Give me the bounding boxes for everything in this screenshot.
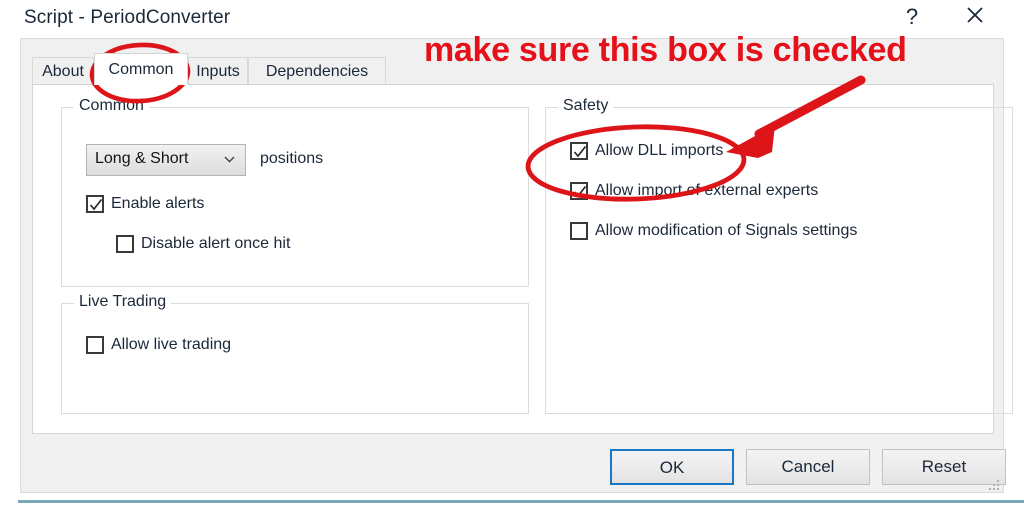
resize-grip-icon[interactable] [987, 478, 1001, 492]
group-common-legend: Common [74, 97, 149, 115]
checkbox-box [86, 336, 104, 354]
group-live-trading: Live Trading Allow live trading [61, 293, 529, 414]
tab-inputs[interactable]: Inputs [188, 57, 248, 85]
group-safety-legend: Safety [558, 97, 614, 115]
group-safety: Safety Allow DLL imports Allow import of… [545, 97, 1013, 414]
ok-button[interactable]: OK [610, 449, 734, 485]
screenshot-root: Script - PeriodConverter ? About Common … [0, 0, 1024, 505]
title-bar: Script - PeriodConverter ? [20, 0, 1004, 38]
positions-select-value: Long & Short [95, 150, 189, 167]
window-title: Script - PeriodConverter [24, 7, 231, 28]
chevron-down-icon [224, 156, 235, 163]
group-live-trading-legend: Live Trading [74, 293, 172, 311]
checkbox-box [570, 182, 588, 200]
checkbox-box [86, 195, 104, 213]
positions-label: positions [260, 150, 324, 167]
dialog-body: About Common Inputs Dependencies Common … [20, 38, 1013, 493]
tab-dependencies[interactable]: Dependencies [248, 57, 386, 85]
checkbox-label: Allow modification of Signals settings [595, 222, 858, 239]
dialog-window: Script - PeriodConverter ? About Common … [20, 0, 1013, 498]
checkbox-label: Allow live trading [111, 336, 232, 353]
tab-page-common: Common Long & Short positions Enable ale… [32, 84, 1013, 434]
check-icon [573, 185, 587, 198]
close-x-glyph [967, 7, 983, 23]
cancel-button[interactable]: Cancel [746, 449, 870, 485]
checkbox-box [116, 235, 134, 253]
tab-common[interactable]: Common [94, 53, 188, 85]
checkbox-label: Enable alerts [111, 195, 205, 212]
checkbox-box [570, 142, 588, 160]
dialog-footer: OK Cancel Reset [21, 439, 1006, 493]
checkbox-label: Allow DLL imports [595, 142, 724, 159]
bottom-accent-rule [18, 500, 1024, 503]
checkbox-label: Disable alert once hit [141, 235, 291, 252]
checkbox-box [570, 222, 588, 240]
close-icon[interactable] [958, 2, 992, 32]
check-icon [89, 198, 103, 211]
check-icon [573, 145, 587, 158]
positions-select[interactable]: Long & Short [86, 144, 246, 176]
group-common: Common Long & Short positions Enable ale… [61, 97, 529, 287]
checkbox-label: Allow import of external experts [595, 182, 819, 199]
help-icon[interactable]: ? [895, 2, 929, 32]
tab-about[interactable]: About [32, 57, 94, 85]
tab-strip: About Common Inputs Dependencies [32, 53, 994, 85]
